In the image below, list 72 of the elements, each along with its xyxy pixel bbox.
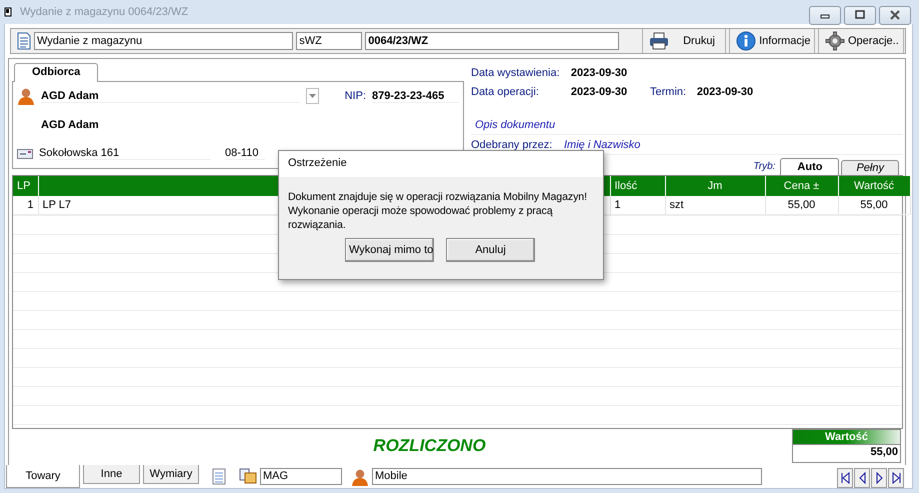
issue-date-field[interactable]: 2023-09-30 (564, 66, 634, 78)
received-by-label: Odebrany przez: (471, 138, 554, 150)
previous-record-button[interactable] (854, 468, 870, 488)
status-label: ROZLICZONO (372, 436, 487, 456)
notebook-icon (212, 468, 226, 485)
close-button[interactable] (879, 6, 911, 24)
postal-code-field[interactable]: 08-110 (225, 147, 265, 160)
boxes-icon (239, 468, 257, 484)
due-date-field[interactable]: 2023-09-30 (690, 86, 760, 98)
next-record-button[interactable] (871, 468, 887, 488)
last-record-button[interactable] (888, 468, 904, 488)
table-cell: 55,00 (838, 196, 910, 214)
column-header[interactable]: Jm (665, 176, 765, 196)
maximize-button[interactable] (844, 6, 876, 24)
person-icon (17, 87, 35, 106)
total-value: 55,00 (793, 444, 900, 462)
received-by-field[interactable]: Imię i Nazwisko (564, 138, 640, 150)
previous-record-icon (856, 472, 868, 484)
first-record-button[interactable] (837, 468, 853, 488)
table-cell: 1 (13, 196, 38, 214)
app-icon (4, 7, 12, 17)
column-header[interactable]: Cena ± (765, 176, 838, 196)
window-title: Wydanie z magazynu 0064/23/WZ (20, 6, 190, 18)
document-type-field[interactable]: Wydanie z magazynu (34, 32, 294, 50)
mode-tab[interactable]: Pełny (841, 160, 899, 175)
bottom-tab[interactable]: Towary (6, 465, 80, 488)
recipient-full-name: AGD Adam (41, 119, 99, 131)
recipient-name-field[interactable]: AGD Adam (41, 90, 300, 103)
bottom-tab[interactable]: Wymiary (143, 465, 199, 484)
next-record-icon (874, 472, 884, 484)
table-cell: szt (665, 196, 765, 214)
first-record-icon (840, 472, 850, 484)
date-label: Data wystawienia: (471, 66, 561, 78)
user-field[interactable]: Mobile (372, 468, 762, 485)
table-cell: 1 (610, 196, 665, 214)
total-label: Wartość (793, 430, 900, 444)
gear-icon (825, 31, 845, 51)
warehouse-field[interactable]: MAG (260, 468, 342, 485)
table-cell: 55,00 (765, 196, 838, 214)
column-header[interactable]: Wartość (838, 176, 910, 196)
info-icon (736, 31, 756, 51)
column-header[interactable]: Ilość (610, 176, 665, 196)
close-icon (889, 10, 901, 20)
description-field[interactable]: Opis dokumentu (475, 118, 556, 130)
address-card-icon (17, 148, 33, 159)
toolbar-button[interactable]: Informacje (729, 29, 815, 53)
operation-date-field[interactable]: 2023-09-30 (564, 86, 634, 98)
recipient-tab[interactable]: Odbiorca (14, 63, 98, 82)
mode-label: Tryb: (753, 161, 776, 172)
column-header[interactable]: LP (13, 176, 38, 196)
dropdown-button[interactable] (306, 88, 319, 104)
last-record-icon (890, 472, 902, 484)
minimize-button[interactable] (809, 6, 841, 24)
street-field[interactable]: Sokołowska 161 (39, 147, 211, 160)
nip-field[interactable]: 879-23-23-465 (372, 90, 459, 103)
mode-tab[interactable]: Auto (780, 158, 840, 175)
caret-icon (308, 94, 316, 98)
dialog-button[interactable]: Anuluj (446, 238, 535, 262)
bottom-tab[interactable]: Inne (83, 465, 140, 484)
date-label: Termin: (650, 86, 688, 98)
maximize-icon (854, 10, 866, 20)
printer-icon (649, 32, 670, 50)
document-icon (17, 32, 31, 50)
nip-label: NIP: (344, 90, 366, 102)
user-icon (351, 468, 369, 486)
toolbar-button[interactable]: Drukuj (642, 29, 726, 53)
dialog-button[interactable]: Wykonaj mimo to (345, 238, 434, 262)
date-label: Data operacji: (471, 86, 540, 98)
dialog-title: Ostrzeżenie (279, 151, 603, 177)
toolbar-button[interactable]: Operacje.. (818, 29, 904, 53)
document-number-field[interactable]: 0064/23/WZ (365, 32, 619, 50)
series-field[interactable]: sWZ (296, 32, 362, 50)
